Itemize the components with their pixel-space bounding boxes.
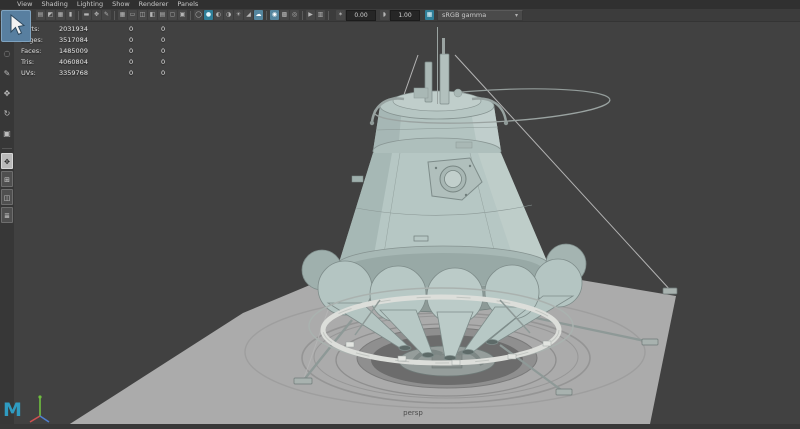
grease-pencil-icon[interactable]: ✎ xyxy=(102,10,111,20)
hud-cell: 3517084 xyxy=(59,36,129,44)
select-tool-button[interactable] xyxy=(1,10,31,42)
camera-attributes-icon[interactable]: ▦ xyxy=(56,10,65,20)
menu-shading[interactable]: Shading xyxy=(41,0,67,9)
layout-four-pane-button[interactable]: ⊞ xyxy=(1,171,13,187)
axis-gizmo-icon xyxy=(26,391,54,425)
wireframe-on-shaded-icon[interactable]: ◐ xyxy=(214,10,223,20)
select-camera-icon[interactable]: ▤ xyxy=(36,10,45,20)
viewport-3d[interactable]: Verts:203193400Edges:351708400Faces:1485… xyxy=(14,22,800,424)
multisample-aa-icon[interactable]: ▩ xyxy=(280,10,289,20)
hud-cell: 0 xyxy=(129,47,161,55)
hud-cell: 4060804 xyxy=(59,58,129,66)
toolbar-separator xyxy=(190,11,191,20)
camera-label: persp xyxy=(14,409,800,417)
use-all-lights-icon[interactable]: ☀ xyxy=(234,10,243,20)
hud-cell: 0 xyxy=(129,69,161,77)
hud-cell: 0 xyxy=(161,69,193,77)
exposure-icon[interactable]: ✶ xyxy=(336,10,345,20)
layout-persp-outliner-button[interactable]: ◫ xyxy=(1,189,13,205)
hud-row-faces: Faces:148500900 xyxy=(21,45,193,56)
gate-mask-icon[interactable]: ◧ xyxy=(148,10,157,20)
paint-select-tool-icon[interactable]: ✎ xyxy=(0,64,14,84)
layout-single-pane-button[interactable]: ✥ xyxy=(1,153,13,169)
safe-action-icon[interactable]: ▢ xyxy=(168,10,177,20)
hud-cell: 0 xyxy=(161,47,193,55)
shadows-icon[interactable]: ◢ xyxy=(244,10,253,20)
poly-count-hud: Verts:203193400Edges:351708400Faces:1485… xyxy=(21,23,193,79)
maya-logo: M xyxy=(3,399,22,421)
toolbar-separator xyxy=(114,11,115,20)
hud-cell: 0 xyxy=(161,36,193,44)
hud-cell: 3359768 xyxy=(59,69,129,77)
hud-row-uvs: UVs:335976800 xyxy=(21,68,193,79)
hud-cell: 0 xyxy=(161,25,193,33)
wireframe-icon[interactable]: ◯ xyxy=(194,10,203,20)
resolution-gate-icon[interactable]: ◫ xyxy=(138,10,147,20)
panel-menubar: View Shading Lighting Show Renderer Panels xyxy=(0,0,800,9)
lock-camera-icon[interactable]: ◩ xyxy=(46,10,55,20)
viewport-bottom-border xyxy=(0,424,800,429)
film-gate-icon[interactable]: ▭ xyxy=(128,10,137,20)
color-management-toggle-icon[interactable]: ▦ xyxy=(425,10,434,20)
menu-panels[interactable]: Panels xyxy=(177,0,198,9)
depth-of-field-icon[interactable]: ◎ xyxy=(290,10,299,20)
image-plane-icon[interactable]: ▬ xyxy=(82,10,91,20)
chevron-down-icon: ▾ xyxy=(515,10,518,21)
hud-cell: 0 xyxy=(129,25,161,33)
layout-outliner-list-button[interactable]: ≣ xyxy=(1,207,13,223)
select-cursor-icon xyxy=(2,11,28,39)
hud-cell: Tris: xyxy=(21,58,59,66)
panel-toolbar: ▤◩▦▮▬✥✎▦▭◫◧▤▢▣◯●◐◑☀◢☁◉▩◎▶▥ ✶ 0.00 ◗ 1.00… xyxy=(0,9,800,22)
rotate-tool-icon[interactable]: ↻ xyxy=(0,104,14,124)
exposure-field[interactable]: 0.00 xyxy=(346,10,376,21)
hud-row-verts: Verts:203193400 xyxy=(21,23,193,34)
tool-box: ◌✎✥↻▣ ✥⊞◫≣ xyxy=(0,22,14,424)
toolbar-separator xyxy=(328,11,329,20)
screen-space-ao-icon[interactable]: ☁ xyxy=(254,10,263,20)
scale-tool-icon[interactable]: ▣ xyxy=(0,124,14,144)
maya-window: ViewShadingLightingShowRendererPanels ▤◩… xyxy=(0,0,800,429)
lasso-select-tool-icon[interactable]: ◌ xyxy=(0,44,14,64)
safe-title-icon[interactable]: ▣ xyxy=(178,10,187,20)
hud-cell: 0 xyxy=(129,58,161,66)
gamma-icon[interactable]: ◗ xyxy=(380,10,389,20)
move-tool-icon[interactable]: ✥ xyxy=(0,84,14,104)
menu-renderer[interactable]: Renderer xyxy=(139,0,169,9)
hud-cell: 0 xyxy=(129,36,161,44)
hud-cell: 2031934 xyxy=(59,25,129,33)
toolbar-separator xyxy=(78,11,79,20)
smooth-shade-all-icon[interactable]: ● xyxy=(204,10,213,20)
hud-cell: 1485009 xyxy=(59,47,129,55)
gamma-field[interactable]: 1.00 xyxy=(390,10,420,21)
hud-cell: Faces: xyxy=(21,47,59,55)
menu-show[interactable]: Show xyxy=(112,0,130,9)
two-d-pan-zoom-icon[interactable]: ✥ xyxy=(92,10,101,20)
toolbar-separator xyxy=(302,11,303,20)
hud-cell: 0 xyxy=(161,58,193,66)
menu-lighting[interactable]: Lighting xyxy=(77,0,103,9)
hud-row-edges: Edges:351708400 xyxy=(21,34,193,45)
bookmarks-icon[interactable]: ▮ xyxy=(66,10,75,20)
hud-cell: UVs: xyxy=(21,69,59,77)
view-transform-value: sRGB gamma xyxy=(442,10,505,21)
menu-view[interactable]: View xyxy=(17,0,32,9)
motion-blur-icon[interactable]: ◉ xyxy=(270,10,279,20)
isolate-select-icon[interactable]: ▶ xyxy=(306,10,315,20)
grid-icon[interactable]: ▦ xyxy=(118,10,127,20)
textured-icon[interactable]: ◑ xyxy=(224,10,233,20)
view-transform-dropdown[interactable]: sRGB gamma ▾ xyxy=(437,10,523,21)
field-chart-icon[interactable]: ▤ xyxy=(158,10,167,20)
x-ray-icon[interactable]: ▥ xyxy=(316,10,325,20)
toolbar-separator xyxy=(266,11,267,20)
scene-canvas[interactable] xyxy=(14,22,800,424)
toolbox-separator xyxy=(2,148,12,149)
hud-row-tris: Tris:406080400 xyxy=(21,57,193,68)
